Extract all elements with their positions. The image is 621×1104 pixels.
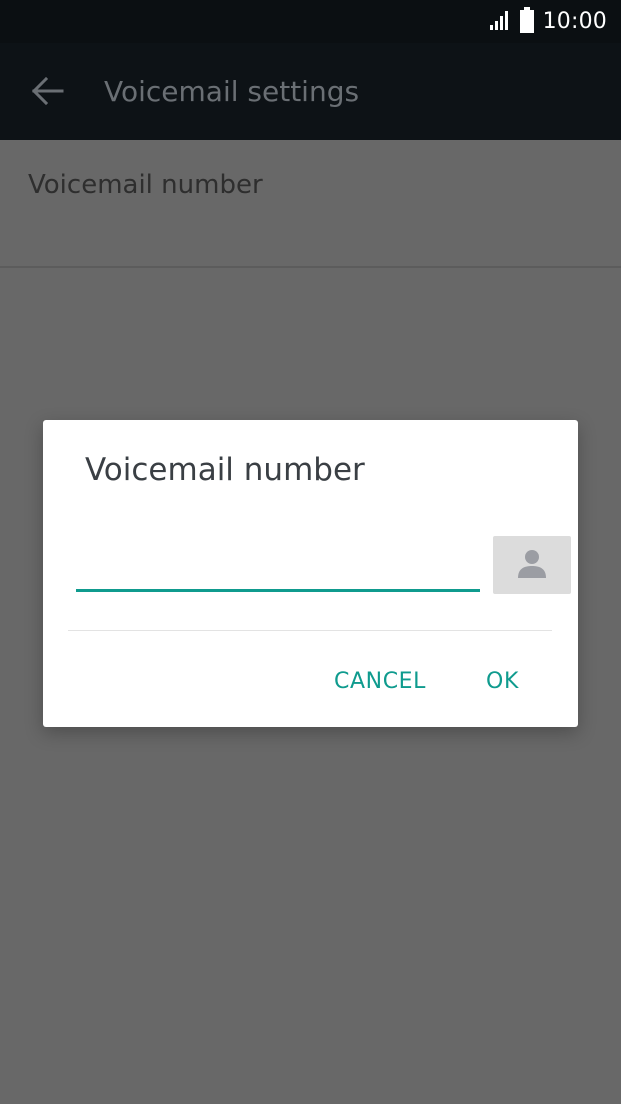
- contact-person-icon: [515, 546, 549, 584]
- dialog-title: Voicemail number: [85, 452, 365, 488]
- voicemail-number-input[interactable]: [76, 538, 480, 592]
- app-bar: Voicemail settings: [0, 43, 621, 140]
- page-title: Voicemail settings: [104, 75, 360, 108]
- cancel-button[interactable]: CANCEL: [334, 669, 426, 694]
- dialog-divider: [68, 630, 552, 631]
- status-icons: 10:00: [489, 0, 607, 43]
- setting-title: Voicemail number: [28, 170, 263, 200]
- signal-icon: [489, 9, 511, 35]
- pick-contact-button[interactable]: [493, 536, 571, 594]
- back-button[interactable]: [28, 73, 68, 113]
- status-bar: 10:00: [0, 0, 621, 43]
- voicemail-number-dialog: Voicemail number CANCEL OK: [43, 420, 578, 727]
- voicemail-number-setting[interactable]: Voicemail number: [0, 140, 621, 268]
- ok-button[interactable]: OK: [486, 669, 519, 694]
- battery-icon: [519, 6, 535, 37]
- back-arrow-icon: [31, 76, 64, 109]
- dialog-actions: CANCEL OK: [334, 653, 578, 709]
- status-time: 10:00: [542, 9, 607, 34]
